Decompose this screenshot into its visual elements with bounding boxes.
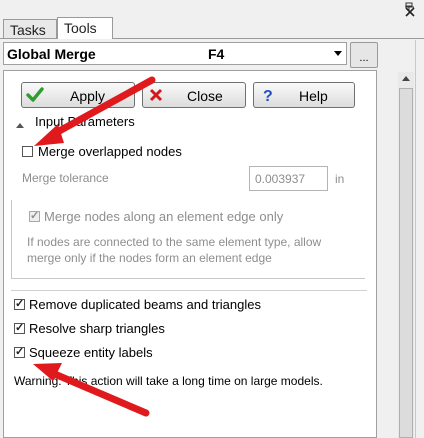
close-button[interactable]: Close [142,82,246,108]
edge-hint-line2: merge only if the nodes form an element … [27,251,272,265]
squeeze-labels-label[interactable]: Squeeze entity labels [29,345,153,360]
tab-label: Tools [64,20,97,36]
apply-label: Apply [70,88,106,104]
chevron-down-icon[interactable] [334,51,342,56]
apply-button[interactable]: Apply [21,82,135,108]
merge-overlapped-label[interactable]: Merge overlapped nodes [38,144,182,159]
remove-duplicated-label[interactable]: Remove duplicated beams and triangles [29,297,261,312]
red-x-icon [147,86,165,104]
tool-selector[interactable]: Global Merge F4 [3,42,347,65]
merge-tolerance-input[interactable]: 0.003937 [249,166,328,191]
help-button[interactable]: ? Help [253,82,355,108]
edge-hint-line1: If nodes are connected to the same eleme… [27,235,322,249]
collapse-caret-icon[interactable] [16,116,24,131]
tab-tasks[interactable]: Tasks [3,19,57,39]
remove-duplicated-checkbox[interactable] [14,297,25,310]
merge-overlapped-checkbox[interactable] [22,146,33,157]
tab-label: Tasks [10,22,46,38]
merge-tolerance-label: Merge tolerance [22,171,109,185]
more-label: ... [359,52,369,64]
blue-question-icon: ? [258,86,276,105]
resolve-sharp-label[interactable]: Resolve sharp triangles [29,321,165,336]
section-header: Input Parameters [35,114,135,129]
section-divider [11,290,367,291]
vertical-scrollbar[interactable] [398,72,414,438]
close-icon[interactable] [405,5,415,20]
warning-text: Warning: This action will take a long ti… [14,374,323,388]
tool-shortcut: F4 [208,46,225,62]
close-label: Close [187,88,223,104]
squeeze-labels-checkbox[interactable] [14,345,25,358]
more-button[interactable]: ... [350,42,378,68]
merge-along-edge-checkbox[interactable] [29,209,40,222]
svg-text:?: ? [263,88,273,104]
panel-edge [415,40,416,438]
scroll-up-icon[interactable] [402,76,410,81]
merge-along-edge-label[interactable]: Merge nodes along an element edge only [44,209,283,224]
green-check-icon [26,86,44,104]
tool-name: Global Merge [7,46,96,62]
scroll-thumb[interactable] [399,88,413,438]
title-strip [0,0,424,18]
resolve-sharp-checkbox[interactable] [14,321,25,334]
tab-tools[interactable]: Tools [57,17,113,39]
tolerance-unit: in [335,172,345,186]
help-label: Help [299,88,328,104]
